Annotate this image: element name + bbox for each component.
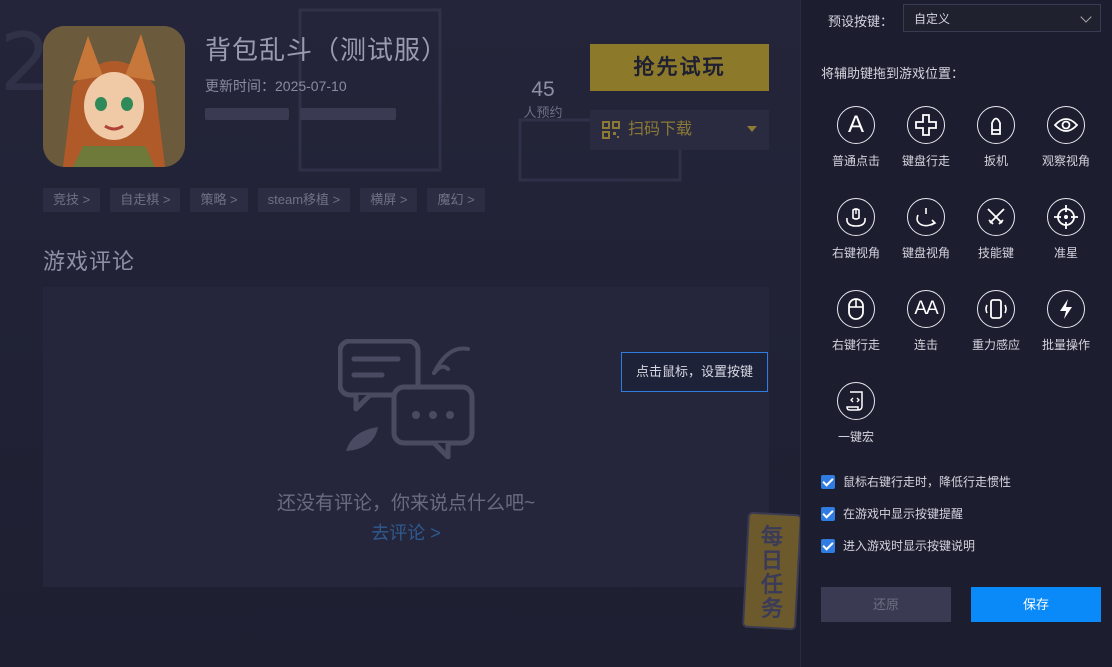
- comments-panel: 还没有评论，你来说点什么吧~ 去评论 >: [43, 287, 769, 587]
- tag-item[interactable]: 竞技 >: [43, 188, 101, 212]
- svg-text:每: 每: [761, 524, 783, 550]
- mouse-rotate-icon: [837, 198, 875, 236]
- key-combo[interactable]: AA 连击: [891, 290, 961, 353]
- tag-item[interactable]: 自走棋 >: [110, 188, 181, 212]
- tag-list: 竞技 > 自走棋 > 策略 > steam移植 > 横屏 > 魔幻 >: [43, 188, 485, 212]
- bullet-icon: [977, 106, 1015, 144]
- key-keyboard-view[interactable]: 键盘视角: [891, 198, 961, 261]
- preset-value: 自定义: [914, 12, 951, 26]
- daily-task-badge[interactable]: 每 日 任 务: [742, 510, 800, 632]
- save-button[interactable]: 保存: [971, 587, 1101, 622]
- key-observe-view[interactable]: 观察视角: [1031, 106, 1101, 169]
- svg-text:任: 任: [760, 572, 783, 598]
- checkbox-checked[interactable]: [821, 506, 835, 521]
- empty-comments-illustration: [338, 339, 475, 459]
- option-show-key-hints[interactable]: 在游戏中显示按键提醒: [821, 506, 963, 522]
- preset-select[interactable]: 自定义: [903, 4, 1101, 32]
- drag-hint: 将辅助键拖到游戏位置：: [821, 66, 965, 81]
- write-comment-link[interactable]: 去评论 >: [43, 519, 769, 545]
- blurred-info: [300, 108, 396, 120]
- letter-a-icon: A: [837, 106, 875, 144]
- scan-download-label: 扫码下载: [628, 121, 693, 138]
- tag-item[interactable]: 策略 >: [190, 188, 248, 212]
- key-skill[interactable]: 技能键: [961, 198, 1031, 261]
- empty-comments-text: 还没有评论，你来说点什么吧~: [276, 493, 536, 514]
- key-crosshair[interactable]: 准星: [1031, 198, 1101, 261]
- key-macro[interactable]: 一键宏: [821, 382, 891, 445]
- chevron-down-icon[interactable]: [747, 126, 757, 132]
- reset-button[interactable]: 还原: [821, 587, 951, 622]
- dpad-icon: [907, 106, 945, 144]
- script-icon: [837, 382, 875, 420]
- svg-text:务: 务: [761, 597, 784, 622]
- game-icon: [43, 26, 185, 167]
- rotate-view-icon: [907, 198, 945, 236]
- key-keyboard-walk[interactable]: 键盘行走: [891, 106, 961, 169]
- option-reduce-inertia[interactable]: 鼠标右键行走时，降低行走惯性: [821, 474, 1011, 490]
- tag-item[interactable]: 横屏 >: [360, 188, 418, 212]
- key-gravity[interactable]: 重力感应: [961, 290, 1031, 353]
- qr-code-icon: [602, 121, 620, 139]
- preset-label: 预设按键：: [828, 14, 894, 29]
- reserve-label: 人预约: [523, 105, 563, 120]
- blurred-info: [205, 108, 289, 120]
- tag-item[interactable]: 魔幻 >: [427, 188, 485, 212]
- crossed-swords-icon: [977, 198, 1015, 236]
- early-play-button[interactable]: 抢先试玩: [590, 44, 769, 91]
- game-title: 背包乱斗（测试服）: [205, 35, 449, 65]
- key-batch[interactable]: 批量操作: [1031, 290, 1101, 353]
- mouse-icon: [837, 290, 875, 328]
- checkbox-checked[interactable]: [821, 538, 835, 553]
- svg-text:日: 日: [761, 549, 783, 574]
- update-time: 更新时间：2025-07-10: [205, 78, 347, 94]
- option-show-key-guide[interactable]: 进入游戏时显示按键说明: [821, 538, 975, 554]
- chevron-down-icon: [1080, 11, 1092, 23]
- key-right-click-view[interactable]: 右键视角: [821, 198, 891, 261]
- keymap-settings-panel: 预设按键： 自定义 将辅助键拖到游戏位置： A 普通点击 键盘行走 扳机 观察视…: [800, 0, 1112, 667]
- phone-shake-icon: [977, 290, 1015, 328]
- reserve-count: 45: [531, 78, 555, 101]
- key-normal-click[interactable]: A 普通点击: [821, 106, 891, 169]
- scan-download-button[interactable]: 扫码下载: [590, 110, 769, 150]
- eye-icon: [1047, 106, 1085, 144]
- tag-item[interactable]: steam移植 >: [257, 188, 351, 212]
- setup-keys-tooltip: 点击鼠标，设置按键: [621, 352, 768, 392]
- key-trigger[interactable]: 扳机: [961, 106, 1031, 169]
- double-a-icon: AA: [907, 290, 945, 328]
- crosshair-icon: [1047, 198, 1085, 236]
- key-right-click-walk[interactable]: 右键行走: [821, 290, 891, 353]
- lightning-icon: [1047, 290, 1085, 328]
- game-detail-panel: 20 背包乱斗（测试服） 更新时间：2025-07-10 45 人预约 抢先试玩: [0, 0, 800, 667]
- checkbox-checked[interactable]: [821, 474, 835, 489]
- comments-section-title: 游戏评论: [43, 249, 136, 274]
